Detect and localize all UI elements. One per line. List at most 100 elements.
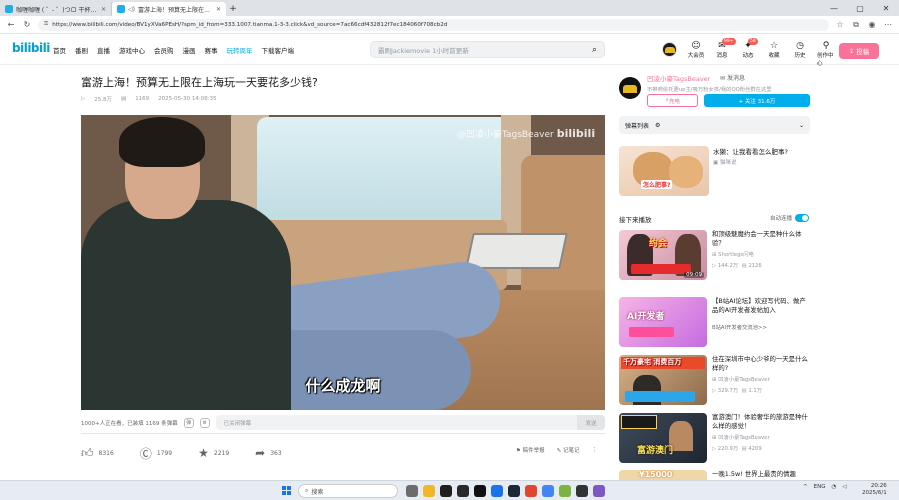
search-icon[interactable]: ⌕ — [592, 45, 597, 55]
reload-icon[interactable]: ↻ — [22, 20, 32, 29]
recommendation-item[interactable]: AI开发者 【B站AI论坛】欢迎写代码、做产品的AI开发者发帖加入 B站AI开发… — [619, 297, 811, 347]
recommendation-item[interactable]: 约会 09:09 和顶级魅魔约会一天是种什么体验？ ⊞ Shortlegs闪电 … — [619, 230, 811, 280]
rec-title[interactable]: 一晚1.5w! 世界上最贵的情趣 — [712, 470, 810, 479]
uploader-name[interactable]: 凹凌小豪TagsBeaver — [647, 73, 710, 83]
nav-shop[interactable]: 会员购 — [154, 45, 174, 55]
new-tab-button[interactable]: + — [226, 2, 240, 16]
extensions-icon[interactable]: ⧉ — [851, 20, 861, 30]
nav-download-client[interactable]: 下载客户端 — [262, 45, 295, 55]
creator-center-button[interactable]: ⚲ 创作中心 — [817, 41, 835, 67]
steam-icon[interactable] — [508, 485, 520, 497]
send-message-button[interactable]: ✉ 发消息 — [720, 73, 745, 82]
send-danmaku-button[interactable]: 发送 — [577, 415, 605, 430]
bookmark-star-icon[interactable]: ☆ — [835, 20, 845, 29]
recommendation-item[interactable]: 千万豪宅 消费百万 住在深圳市中心少爷的一天是什么样的? ⊞ 凹凌小豪TagsB… — [619, 355, 811, 405]
menu-icon[interactable]: ⋯ — [883, 20, 893, 29]
app-icon[interactable] — [576, 485, 588, 497]
rec-thumbnail[interactable]: ¥15000 — [619, 470, 707, 480]
dynamics-button[interactable]: 58 ✦ 动态 — [739, 38, 758, 67]
close-icon[interactable]: ✕ — [216, 6, 221, 13]
maximize-button[interactable]: ▢ — [847, 0, 873, 16]
follow-button[interactable]: + 关注 31.6万 — [704, 94, 810, 107]
rec-subline[interactable]: B站AI开发者交流池>> — [712, 323, 767, 331]
rec-thumbnail[interactable]: 千万豪宅 消费百万 — [619, 355, 707, 405]
nav-live[interactable]: 直播 — [97, 45, 110, 55]
upload-button[interactable]: ⇪ 投稿 — [839, 43, 879, 59]
messages-button[interactable]: 99+ ✉ 消息 — [713, 38, 736, 67]
rec-title[interactable]: 【B站AI论坛】欢迎写代码、做产品的AI开发者发帖加入 — [712, 297, 810, 314]
danmaku-toggle-icon[interactable]: 弹 — [183, 417, 194, 428]
user-avatar[interactable] — [662, 42, 677, 57]
rec-author[interactable]: ⊞ Shortlegs闪电 — [712, 250, 754, 258]
close-icon[interactable]: ✕ — [101, 6, 106, 13]
bilibili-logo[interactable]: bilibili — [12, 41, 50, 55]
report-button[interactable]: ⚑ 稿件举报 — [516, 446, 545, 454]
minimize-button[interactable]: — — [821, 0, 847, 16]
app-icon[interactable] — [440, 485, 452, 497]
volume-icon[interactable]: ◁ — [842, 484, 846, 490]
autoplay-toggle[interactable]: 自动连播 — [770, 214, 810, 222]
search-input[interactable]: 霸刷Jackiemovie 1小时前更新 — [378, 45, 592, 55]
tiktok-icon[interactable] — [474, 485, 486, 497]
charge-button[interactable]: ⚡ 充电 — [647, 94, 698, 107]
terminal-icon[interactable] — [457, 485, 469, 497]
audio-icon[interactable]: ◁) — [128, 6, 135, 13]
rec-thumbnail[interactable]: AI开发者 — [619, 297, 707, 347]
rec-title[interactable]: 住在深圳市中心少爷的一天是什么样的? — [712, 355, 810, 372]
more-button[interactable]: ⋮ — [592, 447, 598, 453]
nav-esports[interactable]: 赛事 — [205, 45, 218, 55]
toggle-switch[interactable] — [795, 214, 810, 222]
danmaku-settings-icon[interactable]: ⚙ — [199, 417, 210, 428]
ad-caption: 怎么肥事? — [641, 180, 673, 189]
app-icon[interactable] — [559, 485, 571, 497]
browser-tab-2[interactable]: ◁) 富游上海！预算无上限在上海... ✕ — [112, 2, 226, 16]
app-icon[interactable] — [593, 485, 605, 497]
nav-anime[interactable]: 番剧 — [75, 45, 88, 55]
vip-button[interactable]: ☺ 大会员 — [687, 41, 705, 67]
notes-button[interactable]: ✎ 记笔记 — [557, 446, 580, 454]
tray-chevron-icon[interactable]: ^ — [803, 484, 808, 490]
close-window-button[interactable]: ✕ — [873, 0, 899, 16]
favorite-button[interactable]: ★ 2219 — [198, 446, 229, 460]
rec-thumbnail[interactable]: 富游澳门 — [619, 413, 707, 463]
ad-thumbnail[interactable]: 怎么肥事? — [619, 146, 709, 196]
wifi-icon[interactable]: ◔ — [831, 484, 836, 490]
settings-icon[interactable]: ⚙ — [655, 122, 660, 129]
profile-icon[interactable]: ◉ — [867, 20, 877, 29]
uploader-avatar[interactable] — [619, 77, 641, 99]
rec-title[interactable]: 和顶级魅魔约会一天是种什么体验？ — [712, 230, 810, 247]
chevron-down-icon[interactable]: ⌄ — [799, 122, 804, 129]
rec-title[interactable]: 富游澳门！体验奢华的旅游是种什么样的感觉！ — [712, 413, 810, 430]
danmaku-list-panel[interactable]: 弹幕列表 ⚙ ⌄ — [619, 116, 810, 134]
back-icon[interactable]: ← — [6, 20, 16, 29]
rec-author[interactable]: ⊞ 凹凌小豪TagsBeaver — [712, 433, 770, 441]
file-explorer-icon[interactable] — [423, 485, 435, 497]
recommendation-item[interactable]: ¥15000 一晚1.5w! 世界上最贵的情趣 — [619, 470, 811, 480]
nav-anniversary[interactable]: 玩转周年 — [227, 45, 253, 55]
nav-manga[interactable]: 漫画 — [183, 45, 196, 55]
like-button[interactable]: 👍︎ 8316 — [81, 446, 114, 461]
chrome-icon[interactable] — [542, 485, 554, 497]
language-indicator[interactable]: ENG — [814, 484, 826, 490]
taskbar-search[interactable]: ⌕ 搜索 — [298, 484, 398, 498]
url-field[interactable]: ⚿ https://www.bilibili.com/video/BV1yXVa… — [38, 18, 829, 31]
danmaku-input[interactable]: 已关闭弹幕 发送 — [215, 415, 605, 430]
history-button[interactable]: ◷ 历史 — [791, 41, 809, 67]
rec-thumbnail[interactable]: 约会 09:09 — [619, 230, 707, 280]
task-view-icon[interactable] — [406, 485, 418, 497]
search-bar[interactable]: 霸刷Jackiemovie 1小时前更新 ⌕ — [370, 41, 605, 58]
share-button[interactable]: ➦ 363 — [255, 446, 282, 460]
video-player[interactable]: @凹凌小豪TagsBeaver bilibili 什么成龙啊 — [81, 115, 605, 410]
favorites-button[interactable]: ☆ 收藏 — [765, 41, 783, 67]
app-icon[interactable] — [525, 485, 537, 497]
ad-title[interactable]: 水獭：让我看看怎么肥事? — [713, 146, 811, 156]
nav-game-center[interactable]: 游戏中心 — [119, 45, 145, 55]
browser-icon[interactable] — [491, 485, 503, 497]
coin-button[interactable]: Ⓒ 1799 — [140, 445, 172, 462]
recommendation-item[interactable]: 富游澳门 富游澳门！体验奢华的旅游是种什么样的感觉！ ⊞ 凹凌小豪TagsBea… — [619, 413, 811, 463]
rec-author[interactable]: ⊞ 凹凌小豪TagsBeaver — [712, 375, 770, 383]
nav-home[interactable]: 首页 — [53, 45, 66, 55]
windows-start-icon[interactable] — [282, 486, 291, 495]
system-clock[interactable]: 20:26 2025/6/1 — [862, 483, 887, 497]
browser-tab-1[interactable]: 咖喱咖喱 ( ゜- ゜)つロ 干杯~-bilibili ✕ — [0, 2, 112, 16]
